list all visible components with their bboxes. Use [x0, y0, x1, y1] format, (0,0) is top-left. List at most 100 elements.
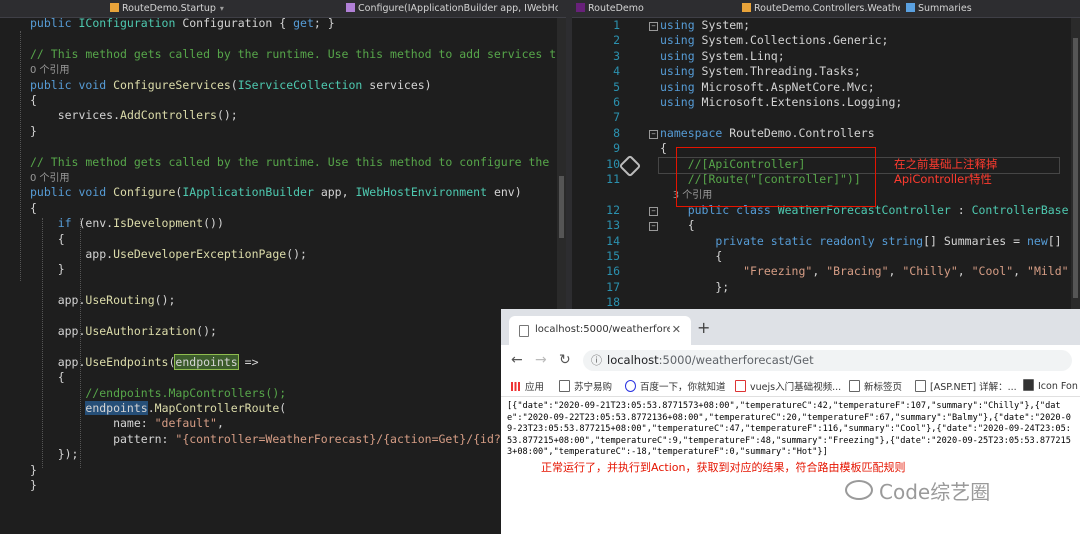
code-token: using	[660, 48, 702, 63]
code-token: AddControllers	[120, 108, 217, 123]
code-token: "Freezing"	[660, 264, 813, 279]
reload-button[interactable]: ↻	[559, 352, 571, 368]
code-line: app.UseAuthorization();	[30, 324, 217, 339]
code-token: {	[30, 231, 65, 246]
fold-toggle-icon[interactable]: −	[649, 206, 658, 216]
member-dropdown[interactable]: Summaries	[906, 2, 1076, 15]
code-token: endpoints	[174, 353, 239, 370]
code-line: {	[30, 370, 65, 385]
code-line: app.UseDeveloperExceptionPage();	[30, 247, 307, 262]
address-bar[interactable]: ⓘ localhost:5000/weatherforecast/Get	[583, 350, 1072, 371]
browser-toolbar: ← → ↻ ⓘ localhost:5000/weatherforecast/G…	[501, 345, 1080, 375]
bookmark-apps[interactable]: 应用	[511, 379, 544, 393]
line-number: 3	[613, 48, 620, 63]
page-icon	[915, 380, 926, 392]
back-button[interactable]: ←	[511, 352, 523, 368]
left-editor-pane[interactable]: RouteDemo.Startup ▾ Configure(IApplicatio…	[0, 0, 566, 534]
fold-toggle-icon[interactable]: −	[649, 22, 658, 31]
browser-window[interactable]: localhost:5000/weatherforecast ✕ + ← → ↻…	[501, 309, 1080, 534]
bookmarks-bar: 应用 苏宁易购 百度一下，你就知道 vuejs入门基础视频... 新标签页 [A…	[501, 375, 1080, 397]
codelens-reference[interactable]: 0 个引用	[30, 170, 70, 185]
code-token: namespace	[660, 125, 730, 140]
code-token: System.Linq;	[701, 48, 785, 63]
code-line: endpoints.MapControllerRoute(	[30, 401, 286, 416]
indent-guide	[42, 218, 43, 468]
code-token: UseEndpoints	[85, 354, 169, 369]
code-line: pattern: "{controller=WeatherForecast}/{…	[30, 431, 528, 447]
code-token: ,	[812, 264, 827, 279]
code-token: "{controller=WeatherForecast}/{action=Ge…	[175, 431, 515, 446]
wechat-icon	[845, 480, 873, 500]
json-response: [{"date":"2020-09-21T23:05:53.8771573+08…	[507, 401, 1071, 457]
bookmark-aspnet[interactable]: [ASP.NET] 详解：...	[915, 379, 1017, 393]
code-token: ();	[286, 247, 307, 261]
code-token: ();	[196, 324, 217, 338]
code-token: 0 个引用	[30, 65, 70, 77]
watermark: Code综艺圈	[845, 476, 990, 505]
code-token: ,	[957, 264, 972, 279]
code-line: using Microsoft.Extensions.Logging;	[660, 95, 902, 110]
new-tab-button[interactable]: +	[697, 318, 710, 337]
bookmark-vuejs[interactable]: vuejs入门基础视频...	[735, 379, 841, 393]
bookmark-baidu[interactable]: 百度一下，你就知道	[625, 379, 726, 393]
code-token: name:	[30, 416, 155, 431]
method-dropdown[interactable]: Configure(IApplicationBuilder app, IWebH…	[346, 2, 558, 15]
code-token: "Chilly"	[902, 264, 958, 279]
right-navigation-bar: RouteDemo RouteDemo.Controllers.Weather …	[572, 0, 1080, 18]
code-token: app.	[30, 354, 86, 369]
code-line: name: "default",	[30, 416, 224, 431]
code-token: ConfigureServices	[113, 77, 231, 92]
close-tab-icon[interactable]: ✕	[672, 323, 681, 336]
code-token: {	[660, 249, 723, 263]
class-dropdown-right[interactable]: RouteDemo.Controllers.Weather	[742, 2, 900, 15]
code-token: ();	[216, 108, 238, 123]
project-dropdown[interactable]: RouteDemo	[576, 2, 736, 15]
highlight-red-box	[676, 147, 876, 207]
class-icon	[742, 3, 751, 12]
code-token: pattern:	[30, 431, 176, 446]
line-number: 9	[613, 141, 620, 156]
page-icon	[559, 380, 570, 392]
code-line: {	[30, 201, 37, 216]
codelens-reference[interactable]: 0 个引用	[30, 62, 70, 77]
code-token: // This method gets called by the runtim…	[30, 46, 566, 61]
code-line: }	[30, 478, 37, 493]
code-token: IWebHostEnvironment	[355, 185, 488, 200]
fold-toggle-icon[interactable]: −	[649, 129, 658, 139]
line-number: 1	[613, 18, 620, 32]
code-token: IServiceCollection	[237, 77, 363, 92]
code-line: {	[660, 218, 695, 233]
code-line: services.AddControllers();	[30, 108, 238, 123]
bookmark-icon-font[interactable]: Icon Fon	[1023, 379, 1078, 392]
code-token: :	[950, 202, 972, 217]
code-token: get	[293, 16, 314, 30]
indent-guide	[20, 31, 21, 281]
iconfont-icon	[1023, 379, 1034, 391]
code-line: {	[30, 93, 37, 108]
code-line: app.UseRouting();	[30, 293, 176, 308]
left-code-area[interactable]: public IConfiguration Configuration { ge…	[0, 16, 566, 534]
info-icon[interactable]: ⓘ	[591, 350, 602, 371]
vuejs-icon	[735, 380, 746, 392]
code-token: ; }	[313, 16, 335, 30]
line-number: 12	[606, 202, 620, 217]
class-dropdown[interactable]: RouteDemo.Startup ▾	[110, 2, 335, 15]
code-line: using System.Threading.Tasks;	[660, 64, 861, 79]
browser-tab[interactable]: localhost:5000/weatherforecast ✕	[509, 316, 691, 345]
code-token: app.	[30, 324, 86, 338]
line-number: 15	[606, 249, 620, 263]
forward-button[interactable]: →	[535, 352, 547, 368]
fold-toggle-icon[interactable]: −	[649, 222, 658, 232]
code-token: {	[30, 93, 37, 107]
code-line: app.UseEndpoints(endpoints =>	[30, 353, 259, 370]
code-token: 0 个引用	[30, 173, 70, 184]
code-token: "Mild"	[1027, 264, 1069, 279]
code-token: services)	[362, 77, 432, 92]
code-token: public void	[30, 185, 114, 200]
code-token: Configure	[113, 185, 176, 200]
bookmark-suning[interactable]: 苏宁易购	[559, 379, 612, 393]
class-icon	[110, 3, 119, 12]
line-number: 14	[606, 233, 620, 248]
bookmark-new-tab[interactable]: 新标签页	[849, 379, 902, 393]
code-token: "default"	[154, 416, 217, 431]
